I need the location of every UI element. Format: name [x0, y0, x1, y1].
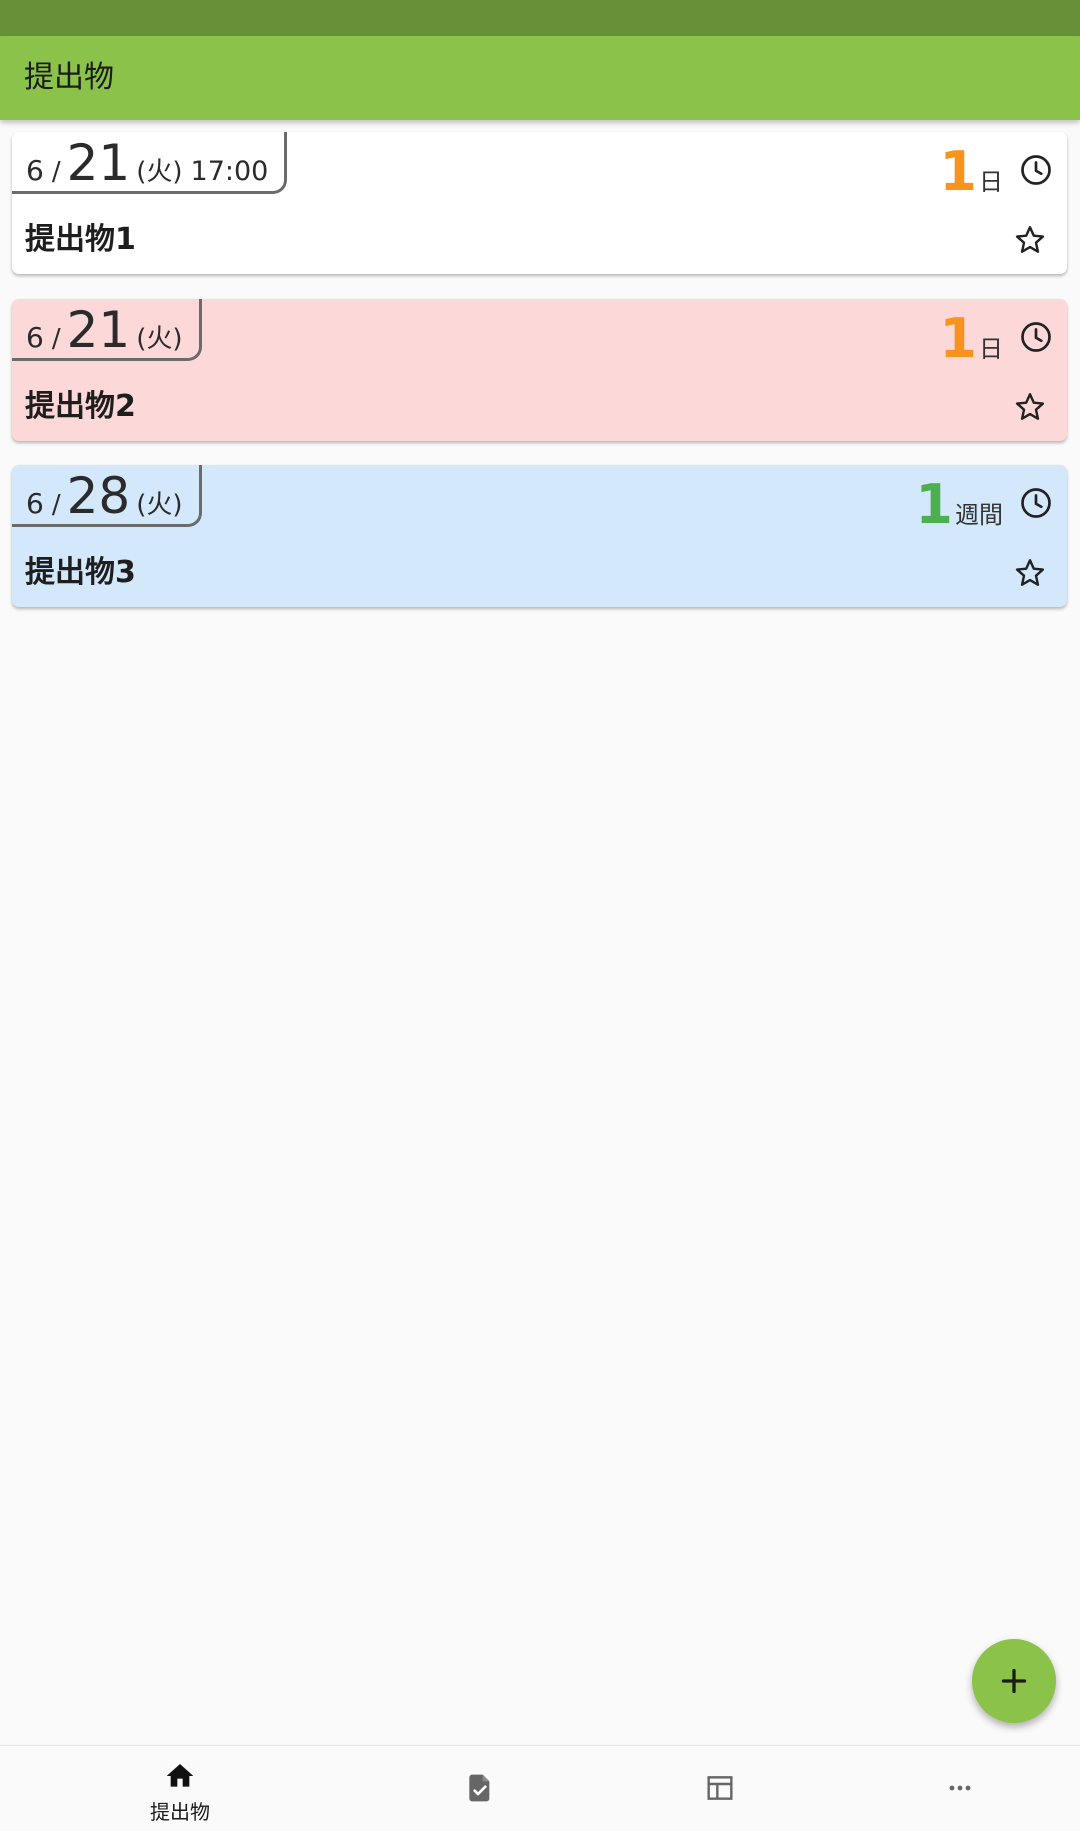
remaining-unit: 日	[979, 168, 1003, 196]
date-separator: /	[51, 157, 61, 187]
clock-icon[interactable]	[1018, 152, 1054, 188]
nav-item-submitted[interactable]	[410, 1746, 550, 1831]
assignment-card[interactable]: 6/28 (火) 1週間 提出物3	[12, 465, 1067, 607]
due-month: 6	[26, 154, 44, 187]
document-check-icon	[469, 1774, 490, 1802]
nav-label: 提出物	[150, 1800, 210, 1824]
more-horizontal-icon	[949, 1785, 971, 1791]
due-weekday: (火)	[136, 490, 183, 520]
due-weekday: (火)	[136, 324, 183, 354]
table-icon	[707, 1776, 733, 1800]
nav-item-assignments[interactable]: 提出物	[110, 1746, 250, 1831]
date-separator: /	[51, 324, 61, 354]
remaining-time: 1日	[939, 144, 1003, 200]
nav-item-timetable[interactable]	[650, 1746, 790, 1831]
clock-icon[interactable]	[1018, 319, 1054, 355]
due-date-tab: 6/21 (火)	[12, 299, 202, 361]
remaining-value: 1	[939, 140, 977, 203]
add-assignment-button[interactable]	[972, 1639, 1056, 1723]
assignment-card[interactable]: 6/21 (火) 17:00 1日 提出物1	[12, 132, 1067, 274]
bottom-navigation: 提出物	[0, 1745, 1080, 1830]
due-weekday: (火)	[136, 157, 183, 187]
star-outline-icon[interactable]	[1012, 389, 1048, 425]
due-time: 17:00	[190, 156, 269, 187]
due-day: 21	[66, 301, 131, 359]
home-icon	[166, 1764, 194, 1787]
date-separator: /	[51, 490, 61, 520]
nav-item-more[interactable]	[890, 1746, 1030, 1831]
plus-icon	[1001, 1668, 1027, 1694]
assignment-title: 提出物3	[25, 555, 136, 590]
star-outline-icon[interactable]	[1012, 555, 1048, 591]
remaining-time: 1日	[939, 311, 1003, 367]
due-date-tab: 6/28 (火)	[12, 465, 202, 527]
assignment-title: 提出物2	[25, 389, 136, 424]
assignment-card[interactable]: 6/21 (火) 1日 提出物2	[12, 299, 1067, 441]
remaining-unit: 週間	[955, 501, 1003, 529]
remaining-value: 1	[939, 307, 977, 370]
page-title: 提出物	[24, 60, 114, 95]
clock-icon[interactable]	[1018, 485, 1054, 521]
remaining-value: 1	[915, 473, 953, 536]
due-day: 28	[66, 467, 131, 525]
due-month: 6	[26, 321, 44, 354]
remaining-unit: 日	[979, 335, 1003, 363]
assignment-title: 提出物1	[25, 222, 136, 257]
star-outline-icon[interactable]	[1012, 222, 1048, 258]
due-date-tab: 6/21 (火) 17:00	[12, 132, 288, 194]
status-bar	[0, 0, 1080, 36]
due-month: 6	[26, 487, 44, 520]
app-bar: 提出物	[0, 36, 1080, 120]
due-day: 21	[66, 134, 131, 192]
remaining-time: 1週間	[915, 477, 1003, 533]
